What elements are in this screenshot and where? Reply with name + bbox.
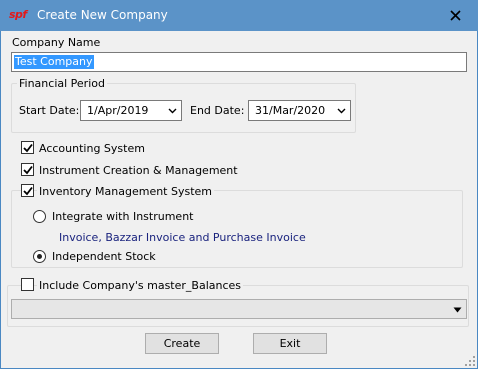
- integration-note: Invoice, Bazzar Invoice and Purchase Inv…: [59, 231, 306, 244]
- independent-stock-label[interactable]: Independent Stock: [52, 250, 156, 263]
- start-date-value: 1/Apr/2019: [87, 104, 149, 117]
- start-date-label: Start Date:: [19, 104, 80, 117]
- checkmark-icon: [23, 143, 33, 153]
- inventory-management-label[interactable]: Inventory Management System: [37, 185, 215, 198]
- start-date-picker[interactable]: 1/Apr/2019: [80, 100, 182, 121]
- checkmark-icon: [23, 165, 33, 175]
- create-company-window: spf Create New Company Company Name Test…: [0, 0, 478, 369]
- master-balances-select[interactable]: [11, 299, 467, 319]
- close-button[interactable]: [433, 1, 477, 30]
- instrument-management-label[interactable]: Instrument Creation & Management: [39, 164, 238, 177]
- financial-period-title: Financial Period: [17, 77, 107, 90]
- accounting-system-checkbox[interactable]: [21, 141, 34, 154]
- chevron-down-icon: [337, 108, 346, 114]
- master-balances-label[interactable]: Include Company's master_Balances: [37, 279, 244, 292]
- checkmark-icon: [23, 186, 33, 196]
- master-balances-checkbox[interactable]: [21, 278, 34, 291]
- create-button-label: Create: [163, 337, 201, 350]
- size-grip-icon[interactable]: [465, 356, 475, 366]
- chevron-down-icon: [168, 108, 177, 114]
- end-date-label: End Date:: [190, 104, 245, 117]
- accounting-system-label[interactable]: Accounting System: [39, 142, 145, 155]
- exit-button[interactable]: Exit: [253, 333, 327, 354]
- app-logo-icon: spf: [9, 8, 27, 21]
- company-name-label: Company Name: [12, 36, 101, 49]
- integrate-instrument-radio[interactable]: [33, 210, 46, 223]
- company-name-input[interactable]: Test Company: [11, 52, 467, 72]
- independent-stock-radio[interactable]: [33, 250, 46, 263]
- create-button[interactable]: Create: [145, 333, 219, 354]
- end-date-value: 31/Mar/2020: [255, 104, 326, 117]
- exit-button-label: Exit: [279, 337, 301, 350]
- dialog-body: Company Name Test Company Financial Peri…: [1, 31, 477, 368]
- window-title: Create New Company: [37, 8, 168, 22]
- inventory-management-checkbox[interactable]: [21, 184, 34, 197]
- end-date-picker[interactable]: 31/Mar/2020: [248, 100, 351, 121]
- title-bar[interactable]: spf Create New Company: [0, 0, 478, 31]
- radio-selected-dot: [37, 254, 42, 259]
- instrument-management-checkbox[interactable]: [21, 163, 34, 176]
- chevron-down-icon: [453, 307, 462, 313]
- close-icon: [450, 10, 461, 21]
- integrate-instrument-label[interactable]: Integrate with Instrument: [52, 210, 193, 223]
- company-name-value: Test Company: [14, 55, 94, 69]
